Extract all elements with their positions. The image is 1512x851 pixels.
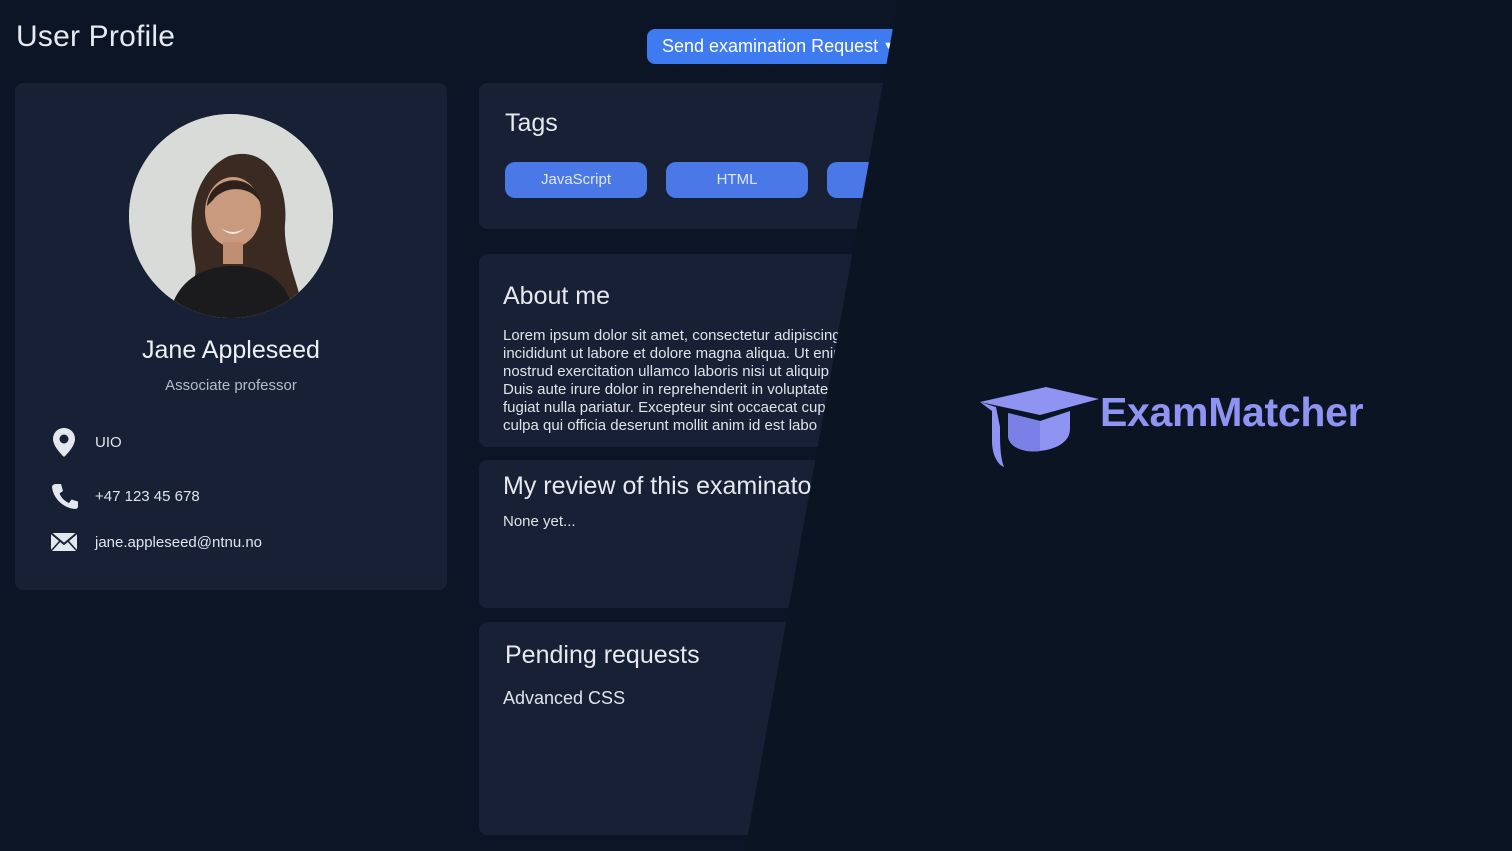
- tag-chip[interactable]: HTML: [666, 162, 808, 198]
- tags-title: Tags: [505, 109, 558, 137]
- phone-text: +47 123 45 678: [95, 488, 200, 505]
- pending-title: Pending requests: [505, 641, 700, 669]
- profile-role: Associate professor: [165, 377, 297, 394]
- tag-chip[interactable]: JavaScript: [505, 162, 647, 198]
- about-title: About me: [503, 282, 611, 310]
- envelope-icon: [50, 532, 78, 552]
- page-title: User Profile: [16, 20, 176, 53]
- send-request-label: Send examination Request: [662, 36, 879, 56]
- graduation-cap-icon: [980, 387, 1099, 467]
- map-pin-icon: [53, 428, 75, 457]
- review-title: My review of this examinato: [503, 472, 812, 500]
- pending-item[interactable]: Advanced CSS: [503, 688, 625, 709]
- profile-name: Jane Appleseed: [142, 336, 320, 364]
- email-link[interactable]: jane.appleseed@ntnu.no: [95, 534, 262, 551]
- review-text: None yet...: [503, 513, 576, 530]
- send-examination-request-button[interactable]: Send examination Request ▼: [647, 29, 898, 64]
- brand: ExamMatcher: [978, 385, 1378, 470]
- profile-card: Jane Appleseed Associate professor UIO +…: [15, 83, 447, 590]
- avatar-photo: [129, 114, 333, 318]
- location-text: UIO: [95, 434, 122, 451]
- avatar: [129, 114, 333, 318]
- brand-name: ExamMatcher: [1100, 389, 1364, 435]
- phone-icon: [52, 484, 78, 509]
